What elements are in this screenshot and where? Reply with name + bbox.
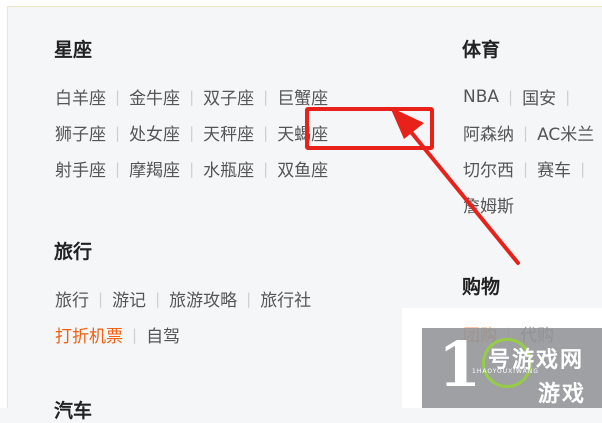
arrow-annotation-icon: [390, 107, 520, 265]
separator: |: [132, 325, 138, 344]
separator: |: [155, 289, 161, 308]
link-juxiezuo[interactable]: 巨蟹座: [277, 84, 328, 109]
link-jinniuzuo[interactable]: 金牛座: [129, 84, 180, 109]
section-title-qiche: 汽车: [54, 400, 93, 422]
separator: |: [580, 159, 586, 178]
section-title-tiyu: 体育: [462, 39, 501, 61]
link-shizizuo[interactable]: 狮子座: [55, 120, 106, 145]
link-chunvzuo[interactable]: 处女座: [129, 120, 180, 145]
link-dazhejipiao[interactable]: 打折机票: [55, 322, 123, 347]
lvxing-row-2: 打折机票 | 自驾: [55, 322, 180, 348]
watermark-subtext: 1HAOYOUXIWANG: [472, 368, 539, 375]
separator: |: [246, 289, 252, 308]
xingzuo-row-2: 狮子座 | 处女座 | 天秤座 | 天蝎座: [55, 120, 328, 146]
link-saiche[interactable]: 赛车: [537, 156, 571, 181]
link-shuipingzuo[interactable]: 水瓶座: [203, 156, 254, 181]
link-tianchengzuo[interactable]: 天秤座: [203, 120, 254, 145]
section-title-gouwu: 购物: [462, 276, 501, 298]
separator: |: [98, 289, 104, 308]
link-nba[interactable]: NBA: [463, 87, 499, 107]
watermark-number: 1: [438, 328, 482, 401]
separator: |: [189, 87, 195, 106]
separator: |: [263, 87, 269, 106]
left-edge: [0, 6, 8, 408]
separator: |: [115, 159, 121, 178]
link-zijia[interactable]: 自驾: [146, 322, 180, 347]
site-watermark-logo: 1 号游戏网 1HAOYOUXIWANG 游戏: [438, 330, 602, 408]
top-border: [0, 0, 602, 7]
link-lvyougonglue[interactable]: 旅游攻略: [169, 286, 237, 311]
section-title-lvxing: 旅行: [54, 241, 93, 263]
separator: |: [189, 123, 195, 142]
link-acmilan[interactable]: AC米兰: [537, 120, 594, 145]
separator: |: [189, 159, 195, 178]
link-lvxing[interactable]: 旅行: [55, 286, 89, 311]
separator: |: [263, 123, 269, 142]
xingzuo-row-3: 射手座 | 摩羯座 | 水瓶座 | 双鱼座: [55, 156, 328, 182]
link-sheshouzuo[interactable]: 射手座: [55, 156, 106, 181]
separator: |: [115, 87, 121, 106]
link-shuangzizuo[interactable]: 双子座: [203, 84, 254, 109]
link-shuangyuzuo[interactable]: 双鱼座: [277, 156, 328, 181]
xingzuo-row-1: 白羊座 | 金牛座 | 双子座 | 巨蟹座: [55, 84, 328, 110]
separator: |: [115, 123, 121, 142]
section-title-xingzuo: 星座: [54, 39, 93, 61]
lvxing-row-1: 旅行 | 游记 | 旅游攻略 | 旅行社: [55, 286, 311, 312]
separator: |: [263, 159, 269, 178]
link-mojiezuo[interactable]: 摩羯座: [129, 156, 180, 181]
watermark-text-2: 游戏: [538, 382, 587, 407]
separator: |: [565, 87, 571, 106]
link-youji[interactable]: 游记: [112, 286, 146, 311]
separator: |: [508, 87, 514, 106]
link-baiyangzuo[interactable]: 白羊座: [55, 84, 106, 109]
link-lvxingshe[interactable]: 旅行社: [260, 286, 311, 311]
